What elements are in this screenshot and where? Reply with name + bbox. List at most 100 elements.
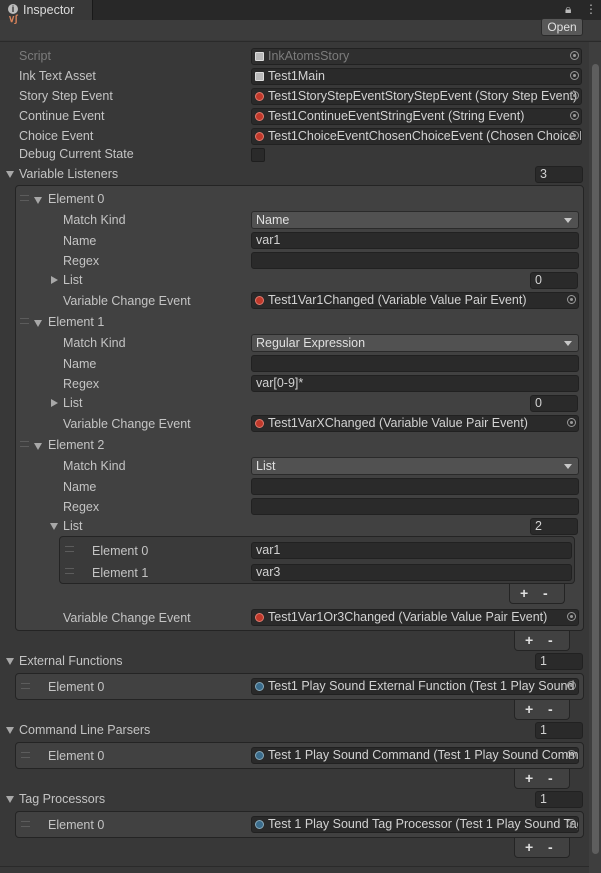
tab-label: Inspector <box>23 3 75 17</box>
list-label[interactable]: List <box>63 519 82 533</box>
list-size[interactable]: 0 <box>530 395 578 412</box>
foldout-collapsed-icon[interactable] <box>51 276 58 284</box>
object-picker-icon[interactable] <box>570 131 579 140</box>
add-button[interactable]: + <box>525 839 533 855</box>
object-picker-icon[interactable] <box>570 91 579 100</box>
add-button[interactable]: + <box>525 701 533 717</box>
foldout-expanded-icon[interactable] <box>34 443 42 450</box>
variable-change-event-field[interactable]: Test1Var1Or3Changed (Variable Value Pair… <box>251 609 579 626</box>
object-picker-icon[interactable] <box>567 612 576 621</box>
remove-button[interactable]: - <box>548 701 553 717</box>
tag-processor-field[interactable]: Test 1 Play Sound Tag Processor (Test 1 … <box>251 816 579 833</box>
external-functions-label[interactable]: External Functions <box>19 654 123 668</box>
list-label[interactable]: List <box>63 273 82 287</box>
foldout-expanded-icon[interactable] <box>6 658 14 665</box>
scriptable-object-icon <box>255 682 264 691</box>
remove-button[interactable]: - <box>543 585 548 601</box>
list-size[interactable]: 2 <box>530 518 578 535</box>
foldout-expanded-icon[interactable] <box>6 727 14 734</box>
tag-processors-label[interactable]: Tag Processors <box>19 792 105 806</box>
variable-change-event-label: Variable Change Event <box>63 417 191 431</box>
drag-handle-icon[interactable] <box>20 441 29 447</box>
drag-handle-icon[interactable] <box>20 195 29 201</box>
list-size[interactable]: 0 <box>530 272 578 289</box>
script-value: InkAtomsStory <box>268 49 350 63</box>
regex-input[interactable] <box>251 252 579 269</box>
drag-handle-icon[interactable] <box>65 568 74 574</box>
object-picker-icon[interactable] <box>570 111 579 120</box>
list-item-input[interactable]: var3 <box>251 564 572 581</box>
list-item-input[interactable]: var1 <box>251 542 572 559</box>
scrollbar-thumb[interactable] <box>592 64 599 854</box>
object-picker-icon[interactable] <box>567 418 576 427</box>
name-input[interactable] <box>251 478 579 495</box>
command-line-parsers-list: Element 0 Test 1 Play Sound Command (Tes… <box>15 742 584 769</box>
ink-text-asset-value: Test1Main <box>268 69 325 83</box>
external-functions-size[interactable]: 1 <box>535 653 583 670</box>
match-kind-dropdown[interactable]: List <box>251 457 579 475</box>
drag-handle-icon[interactable] <box>21 821 30 827</box>
list-label[interactable]: List <box>63 396 82 410</box>
foldout-expanded-icon[interactable] <box>50 523 58 530</box>
match-kind-dropdown[interactable]: Name <box>251 211 579 229</box>
foldout-expanded-icon[interactable] <box>6 171 14 178</box>
list-item-label: Element 1 <box>92 566 149 580</box>
remove-button[interactable]: - <box>548 839 553 855</box>
external-function-value: Test1 Play Sound External Function (Test… <box>268 679 578 693</box>
command-parser-value: Test 1 Play Sound Command (Test 1 Play S… <box>268 748 579 762</box>
chevron-down-icon <box>564 341 572 346</box>
add-button[interactable]: + <box>520 585 528 601</box>
variable-change-event-field[interactable]: Test1Var1Changed (Variable Value Pair Ev… <box>251 292 579 309</box>
open-button[interactable]: Open <box>541 18 583 36</box>
name-input[interactable]: var1 <box>251 232 579 249</box>
object-picker-icon[interactable] <box>567 750 576 759</box>
choice-event-value: Test1ChoiceEventChosenChoiceEvent (Chose… <box>268 129 582 143</box>
continue-event-field[interactable]: Test1ContinueEventStringEvent (String Ev… <box>251 108 582 125</box>
command-line-parsers-label[interactable]: Command Line Parsers <box>19 723 150 737</box>
ink-text-asset-field[interactable]: Test1Main <box>251 68 582 85</box>
variable-listeners-list: Element 0 Match Kind Name Name var1 Rege… <box>15 185 584 631</box>
foldout-collapsed-icon[interactable] <box>51 399 58 407</box>
element-label[interactable]: Element 0 <box>48 192 104 206</box>
remove-button[interactable]: - <box>548 632 553 648</box>
command-line-parsers-size[interactable]: 1 <box>535 722 583 739</box>
foldout-expanded-icon[interactable] <box>34 320 42 327</box>
drag-handle-icon[interactable] <box>20 318 29 324</box>
object-picker-icon[interactable] <box>567 819 576 828</box>
variable-listeners-label[interactable]: Variable Listeners <box>19 167 118 181</box>
story-step-event-field[interactable]: Test1StoryStepEventStoryStepEvent (Story… <box>251 88 582 105</box>
tag-processors-size[interactable]: 1 <box>535 791 583 808</box>
variable-listeners-size[interactable]: 3 <box>535 166 583 183</box>
element-label[interactable]: Element 2 <box>48 438 104 452</box>
bottom-divider <box>0 866 590 867</box>
lock-icon[interactable]: 🔒︎ <box>565 2 571 17</box>
object-picker-icon[interactable] <box>570 71 579 80</box>
variable-change-event-field[interactable]: Test1VarXChanged (Variable Value Pair Ev… <box>251 415 579 432</box>
list-items-box: Element 0 var1 Element 1 var3 <box>59 536 575 584</box>
regex-input[interactable] <box>251 498 579 515</box>
atom-event-icon <box>255 112 264 121</box>
add-button[interactable]: + <box>525 770 533 786</box>
regex-input[interactable]: var[0-9]* <box>251 375 579 392</box>
object-picker-icon <box>570 51 579 60</box>
add-button[interactable]: + <box>525 632 533 648</box>
drag-handle-icon[interactable] <box>21 683 30 689</box>
foldout-expanded-icon[interactable] <box>6 796 14 803</box>
command-parser-field[interactable]: Test 1 Play Sound Command (Test 1 Play S… <box>251 747 579 764</box>
tag-processors-add-remove-footer: + - <box>514 838 570 858</box>
match-kind-dropdown[interactable]: Regular Expression <box>251 334 579 352</box>
object-picker-icon[interactable] <box>567 681 576 690</box>
kebab-menu-icon[interactable]: ⋮ <box>585 2 597 16</box>
external-function-field[interactable]: Test1 Play Sound External Function (Test… <box>251 678 579 695</box>
drag-handle-icon[interactable] <box>65 546 74 552</box>
name-input[interactable] <box>251 355 579 372</box>
foldout-expanded-icon[interactable] <box>34 197 42 204</box>
drag-handle-icon[interactable] <box>21 752 30 758</box>
list-add-remove-footer: + - <box>509 584 565 604</box>
object-picker-icon[interactable] <box>567 295 576 304</box>
choice-event-field[interactable]: Test1ChoiceEventChosenChoiceEvent (Chose… <box>251 128 582 145</box>
debug-current-state-checkbox[interactable] <box>251 148 265 162</box>
remove-button[interactable]: - <box>548 770 553 786</box>
match-kind-label: Match Kind <box>63 213 126 227</box>
element-label[interactable]: Element 1 <box>48 315 104 329</box>
